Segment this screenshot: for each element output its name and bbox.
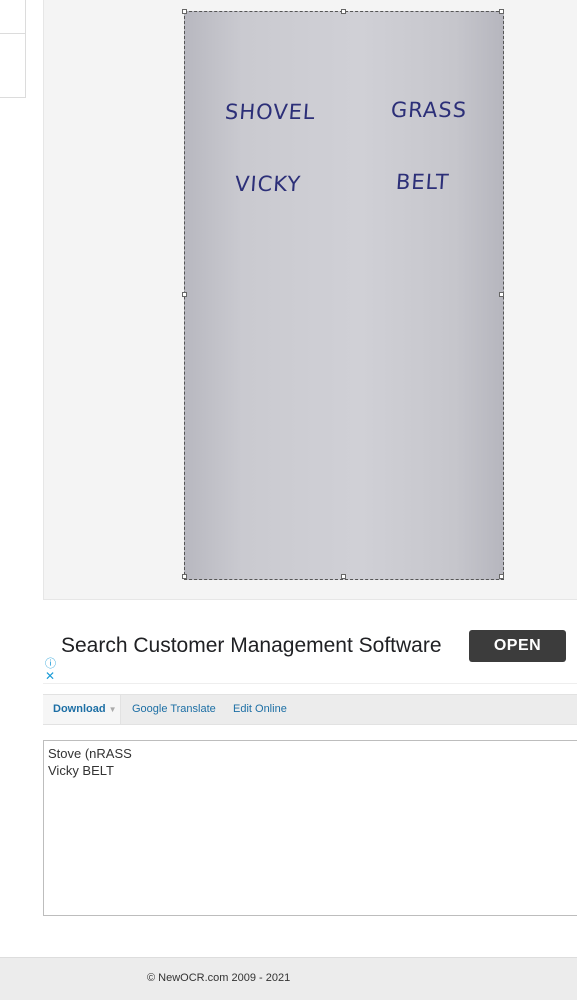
result-line: Stove (nRASS <box>48 746 132 761</box>
ocr-result-textarea[interactable]: Stove (nRASS Vicky BELT <box>43 740 577 916</box>
crop-handle-top-left[interactable] <box>182 9 187 14</box>
download-label: Download <box>53 703 106 715</box>
close-icon[interactable]: ✕ <box>45 670 55 682</box>
ad-open-button[interactable]: OPEN <box>469 630 566 662</box>
left-sidebar-panel <box>0 0 26 98</box>
result-toolbar: Download ▼ Google Translate Edit Online <box>43 694 577 725</box>
page-footer: © NewOCR.com 2009 - 2021 <box>0 957 577 1000</box>
advertisement-banner[interactable]: Search Customer Management Software OPEN… <box>43 608 577 684</box>
sidebar-divider <box>0 33 26 34</box>
handwritten-word-shovel: SHOVEL <box>224 100 317 124</box>
crop-handle-top-right[interactable] <box>499 9 504 14</box>
result-line: Vicky BELT <box>48 763 114 778</box>
uploaded-image-crop-area[interactable]: SHOVEL GRASS VICKY BELT <box>182 9 504 580</box>
crop-handle-right[interactable] <box>499 292 504 297</box>
edit-online-button[interactable]: Edit Online <box>233 695 287 724</box>
crop-handle-left[interactable] <box>182 292 187 297</box>
handwritten-word-belt: BELT <box>395 170 451 194</box>
crop-handle-top[interactable] <box>341 9 346 14</box>
google-translate-button[interactable]: Google Translate <box>132 695 216 724</box>
download-button[interactable]: Download ▼ <box>43 695 121 724</box>
chevron-down-icon: ▼ <box>108 705 117 714</box>
handwritten-word-grass: GRASS <box>390 98 468 122</box>
crop-handle-bottom-right[interactable] <box>499 574 504 579</box>
ad-headline[interactable]: Search Customer Management Software <box>61 634 442 658</box>
copyright-text: © NewOCR.com 2009 - 2021 <box>147 972 291 984</box>
crop-handle-bottom[interactable] <box>341 574 346 579</box>
crop-handle-bottom-left[interactable] <box>182 574 187 579</box>
handwritten-word-vicky: VICKY <box>234 172 302 196</box>
